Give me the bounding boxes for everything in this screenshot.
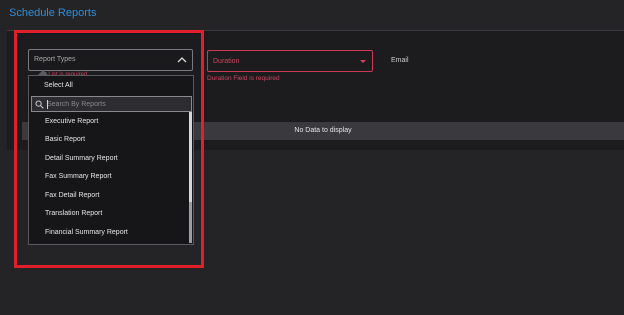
email-label[interactable]: Email <box>391 57 409 64</box>
duration-label: Duration <box>213 58 240 65</box>
caret-down-icon <box>360 60 366 63</box>
highlight-box <box>14 30 204 268</box>
page-title: Schedule Reports <box>9 7 97 19</box>
duration-error: Duration Field is required <box>207 75 280 82</box>
duration-select[interactable]: Duration <box>207 50 373 72</box>
